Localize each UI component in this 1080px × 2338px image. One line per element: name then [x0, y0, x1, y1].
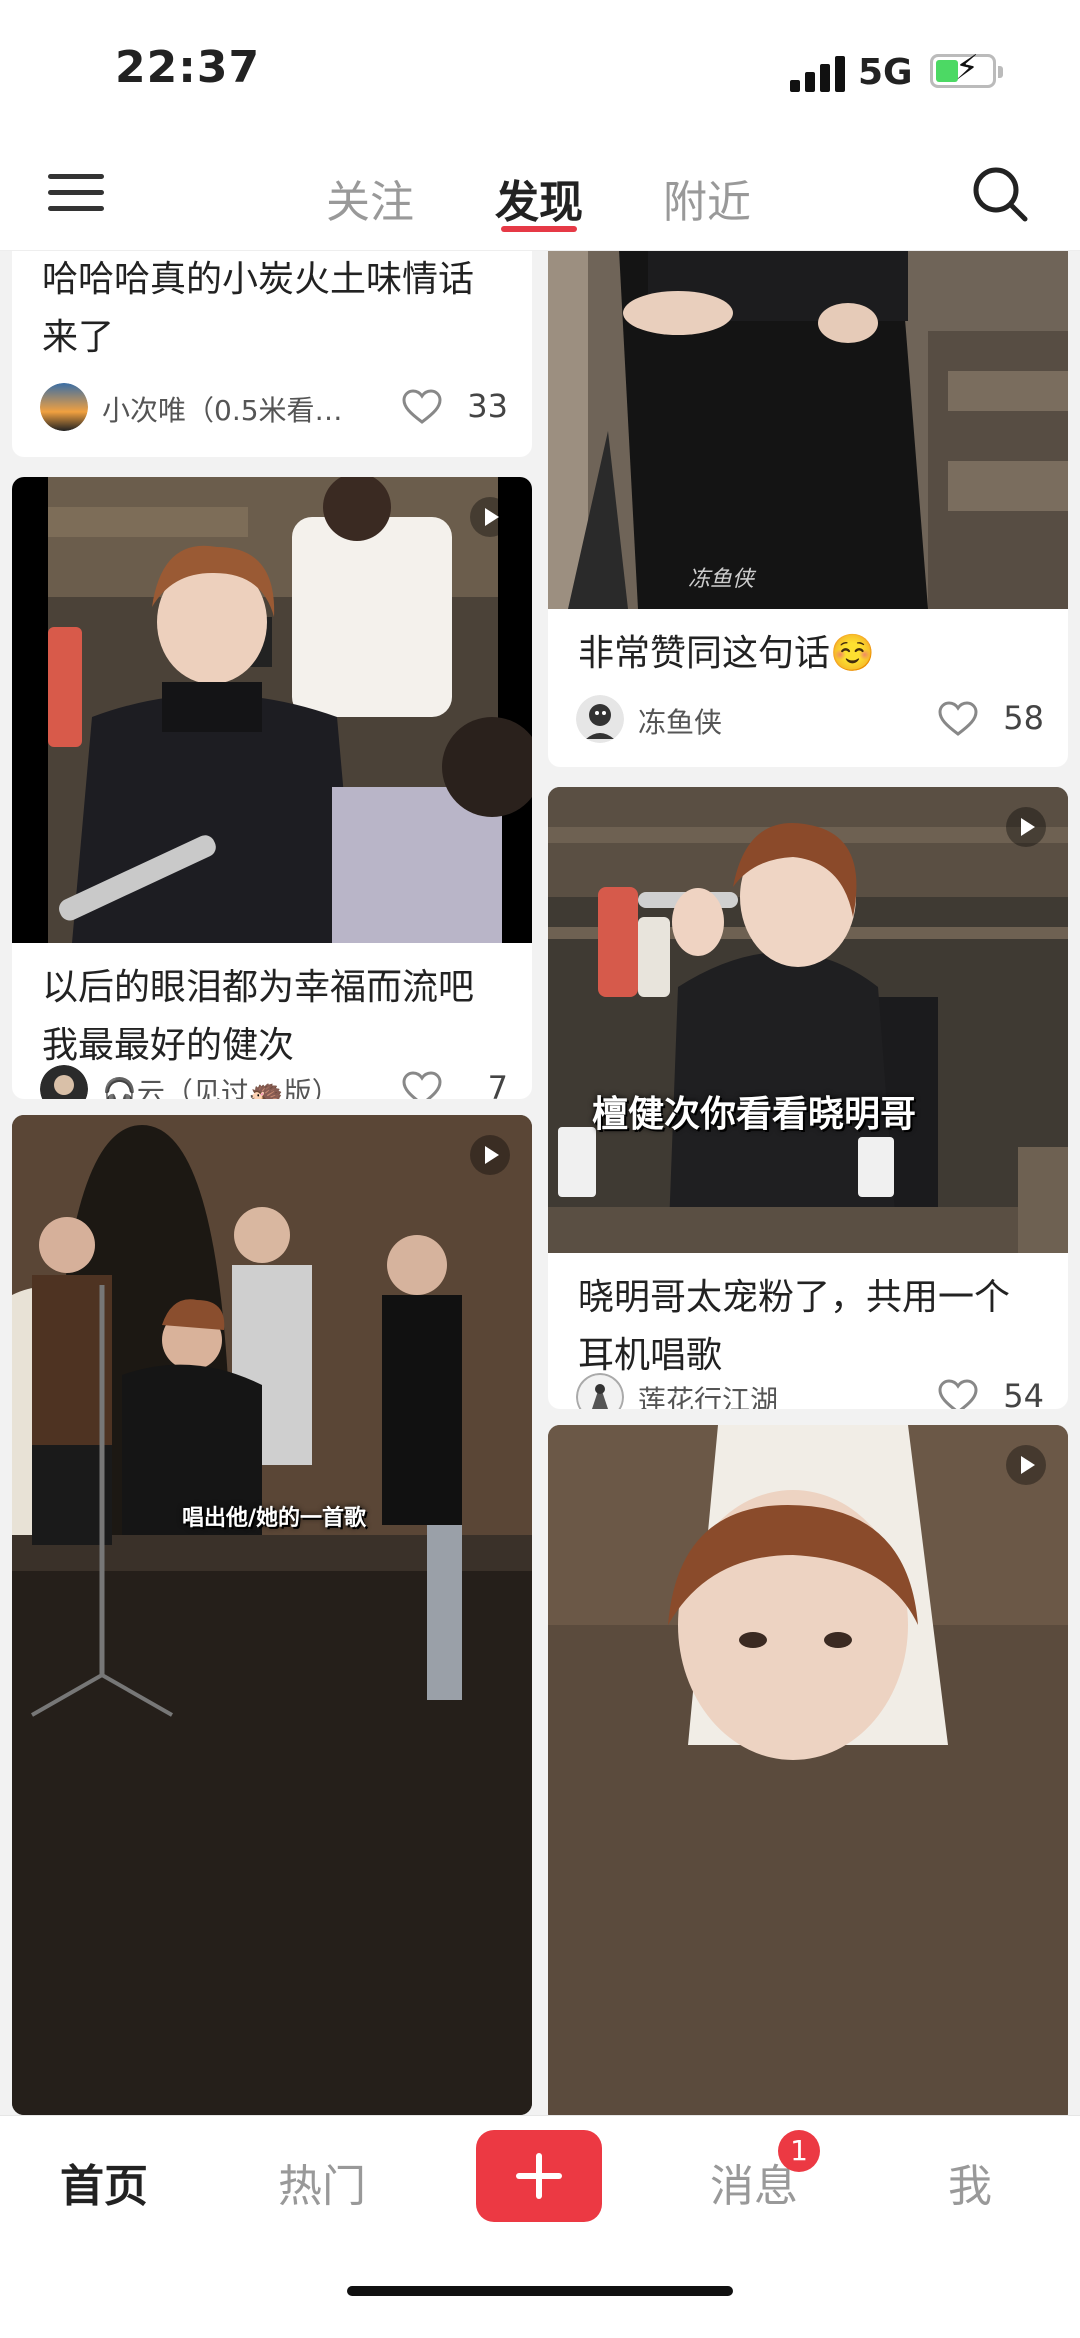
- author-name[interactable]: 冻鱼侠: [638, 701, 722, 741]
- card-image: [548, 787, 1068, 1253]
- video-caption: 檀健次你看看晓明哥: [592, 1094, 917, 1135]
- card-meta: 冻鱼侠 58: [576, 695, 1044, 747]
- card-title: 哈哈哈真的小炭火土味情话来了: [42, 259, 475, 358]
- card-title: 以后的眼泪都为幸福而流吧 我最最好的健次: [42, 967, 475, 1066]
- author-name[interactable]: 莲花行江湖: [638, 1379, 778, 1409]
- avatar[interactable]: [576, 695, 624, 743]
- card-image: [12, 1115, 532, 2115]
- messages-badge: 1: [778, 2130, 820, 2172]
- top-nav: 关注 发现 附近: [0, 140, 1080, 251]
- card-title: 非常赞同这句话☺️: [578, 633, 875, 674]
- video-play-icon: [1006, 807, 1046, 847]
- card-image: [548, 1425, 1068, 2115]
- video-caption: 唱出他/她的一首歌: [182, 1506, 367, 1531]
- tab-discover[interactable]: 发现: [495, 166, 583, 230]
- bottom-nav-home[interactable]: 首页: [60, 2150, 148, 2214]
- video-play-icon: [470, 497, 510, 537]
- card-image: [548, 251, 1068, 609]
- bottom-nav-hot[interactable]: 热门: [278, 2150, 366, 2214]
- menu-icon[interactable]: [48, 168, 104, 218]
- like-count: 33: [467, 387, 508, 425]
- battery-icon: ⚡: [930, 51, 1003, 88]
- feed-card[interactable]: 冻鱼侠 非常赞同这句话☺️ 冻鱼侠 58: [548, 251, 1068, 767]
- feed-card[interactable]: 哈哈哈真的小炭火土味情话来了 小次唯（0.5米看… 33: [12, 251, 532, 457]
- image-watermark: 冻鱼侠: [688, 567, 755, 592]
- like-count: 58: [1003, 699, 1044, 737]
- feed-card[interactable]: 唱出他/她的一首歌: [12, 1115, 532, 2115]
- feed[interactable]: 哈哈哈真的小炭火土味情话来了 小次唯（0.5米看… 33 以后的眼泪都为幸福而流…: [0, 251, 1080, 2115]
- like-count: 54: [1003, 1377, 1044, 1409]
- heart-icon[interactable]: [938, 701, 978, 737]
- network-label: 5G: [858, 52, 913, 93]
- home-indicator[interactable]: [347, 2286, 733, 2296]
- author-name[interactable]: 小次唯（0.5米看…: [102, 389, 343, 429]
- tab-follow[interactable]: 关注: [326, 166, 414, 230]
- like-count: 7: [487, 1069, 508, 1099]
- feed-card[interactable]: 以后的眼泪都为幸福而流吧 我最最好的健次 🎧云（见过🦔版） 7: [12, 477, 532, 1099]
- heart-icon[interactable]: [402, 389, 442, 425]
- avatar[interactable]: [576, 1373, 624, 1409]
- search-icon[interactable]: [970, 164, 1030, 224]
- video-play-icon: [470, 1135, 510, 1175]
- bottom-nav: 首页 热门 消息 1 我: [0, 2115, 1080, 2338]
- feed-card[interactable]: [548, 1425, 1068, 2115]
- status-bar: 22:37 5G ⚡: [0, 0, 1080, 140]
- publish-button[interactable]: [476, 2130, 602, 2222]
- video-play-icon: [1006, 1445, 1046, 1485]
- card-image: [12, 477, 532, 943]
- active-tab-indicator: [501, 226, 577, 232]
- avatar[interactable]: [40, 1065, 88, 1099]
- heart-icon[interactable]: [938, 1379, 978, 1409]
- card-title: 晓明哥太宠粉了，共用一个耳机唱歌: [578, 1277, 1011, 1376]
- card-meta: 🎧云（见过🦔版） 7: [40, 1065, 508, 1099]
- signal-icon: [790, 56, 846, 92]
- card-meta: 小次唯（0.5米看… 33: [40, 383, 508, 435]
- status-time: 22:37: [115, 42, 261, 93]
- author-name[interactable]: 🎧云（见过🦔版）: [102, 1071, 340, 1099]
- bottom-nav-me[interactable]: 我: [948, 2150, 992, 2214]
- heart-icon[interactable]: [402, 1071, 442, 1099]
- feed-card[interactable]: 檀健次你看看晓明哥 晓明哥太宠粉了，共用一个耳机唱歌 莲花行江湖 54: [548, 787, 1068, 1409]
- card-meta: 莲花行江湖 54: [576, 1373, 1044, 1409]
- tab-nearby[interactable]: 附近: [663, 166, 751, 230]
- avatar[interactable]: [40, 383, 88, 431]
